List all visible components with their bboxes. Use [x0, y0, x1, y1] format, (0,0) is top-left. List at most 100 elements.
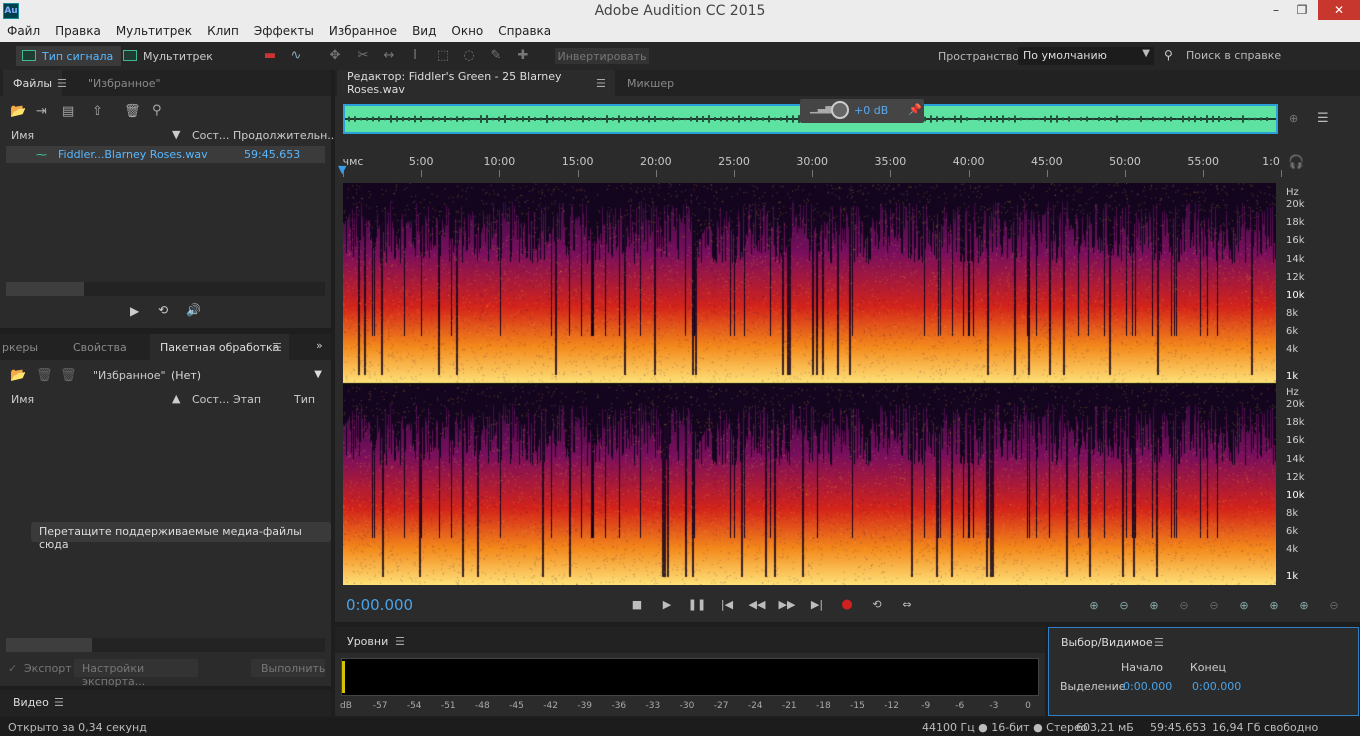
menu-help[interactable]: Справка: [498, 22, 557, 42]
current-time-display[interactable]: 0:00.000: [346, 596, 413, 614]
zoom-selection-icon[interactable]: ⊕: [1293, 597, 1315, 613]
tab-properties[interactable]: Свойства: [63, 334, 137, 360]
razor-tool-icon[interactable]: ✂: [354, 46, 372, 64]
paintbrush-tool-icon[interactable]: ✎: [487, 46, 505, 64]
zoom-in-start-icon[interactable]: ⊕: [1233, 597, 1255, 613]
volume-value[interactable]: +0 dB: [854, 104, 888, 117]
zoom-overview-icon[interactable]: ⊕: [1289, 112, 1298, 125]
lasso-tool-icon[interactable]: ◌: [460, 46, 478, 64]
clear-all-icon[interactable]: 🗑: [60, 368, 77, 383]
loop-icon[interactable]: ⟲: [866, 596, 888, 612]
panel-menu-icon[interactable]: ☰: [57, 77, 67, 90]
skip-forward-icon[interactable]: ▶|: [806, 596, 828, 612]
zoom-in-time-icon[interactable]: ⊕: [1143, 597, 1165, 613]
levels-title[interactable]: Уровни: [347, 635, 388, 648]
tab-favorites[interactable]: "Избранное": [78, 70, 171, 96]
menu-multitrack[interactable]: Мультитрек: [116, 22, 198, 42]
workspace-select[interactable]: По умолчанию ▼: [1018, 47, 1154, 65]
file-row[interactable]: ⁓ Fiddler...Blarney Roses.wav 59:45.653: [6, 146, 325, 163]
import-file-icon[interactable]: ⇥: [36, 104, 47, 119]
skip-selection-icon[interactable]: ⇔: [896, 596, 918, 612]
multitrack-mode-button[interactable]: Мультитрек: [117, 46, 221, 66]
video-panel-title[interactable]: Видео: [13, 696, 49, 709]
panel-menu-icon[interactable]: ☰: [272, 341, 282, 354]
menu-window[interactable]: Окно: [451, 22, 489, 42]
panel-menu-icon[interactable]: ☰: [596, 77, 606, 90]
record-icon[interactable]: ●: [836, 596, 858, 612]
pause-icon[interactable]: ❚❚: [686, 596, 708, 612]
invert-button[interactable]: Инвертировать: [555, 48, 649, 64]
zoom-reset-icon[interactable]: ⊖: [1323, 597, 1345, 613]
selection-start-value[interactable]: 0:00.000: [1123, 680, 1172, 693]
col-name[interactable]: Имя: [11, 393, 34, 406]
headphones-icon[interactable]: 🎧: [1288, 155, 1304, 170]
selection-title[interactable]: Выбор/Видимое: [1061, 636, 1153, 649]
trash-icon[interactable]: 🗑: [36, 368, 53, 383]
panel-menu-icon[interactable]: ☰: [395, 635, 405, 648]
files-hscrollbar[interactable]: [6, 282, 325, 296]
pin-icon[interactable]: 📌: [908, 103, 922, 116]
col-duration[interactable]: Продолжительн...: [233, 129, 338, 142]
open-file-icon[interactable]: 📂: [10, 104, 26, 119]
export-checkbox[interactable]: ✓: [8, 662, 17, 675]
tab-mixer[interactable]: Микшер: [617, 70, 684, 96]
tab-files[interactable]: Файлы: [3, 70, 63, 96]
spectrogram-display[interactable]: [343, 183, 1276, 585]
col-state[interactable]: Сост...: [192, 393, 229, 406]
loop-icon[interactable]: ⟲: [158, 303, 168, 317]
waveform-mode-button[interactable]: Тип сигнала: [16, 46, 122, 66]
selection-end-value[interactable]: 0:00.000: [1192, 680, 1241, 693]
search-files-icon[interactable]: ⚲: [152, 103, 162, 118]
tab-editor[interactable]: Редактор: Fiddler's Green - 25 Blarney R…: [337, 70, 615, 96]
menu-clip[interactable]: Клип: [207, 22, 245, 42]
help-search-input[interactable]: ⚲ Поиск в справке: [1160, 47, 1356, 65]
menu-favorites[interactable]: Избранное: [329, 22, 403, 42]
zoom-out-amplitude-icon[interactable]: ⊖: [1113, 597, 1135, 613]
new-file-icon[interactable]: ▤: [62, 104, 74, 119]
menu-view[interactable]: Вид: [412, 22, 442, 42]
restore-button[interactable]: ❐: [1288, 0, 1316, 20]
play-icon[interactable]: ▶: [656, 596, 678, 612]
zoom-out-full-icon[interactable]: ⊖: [1203, 597, 1225, 613]
zoom-out-time-icon[interactable]: ⊖: [1173, 597, 1195, 613]
menu-effects[interactable]: Эффекты: [254, 22, 320, 42]
menu-file[interactable]: Файл: [7, 22, 46, 42]
slip-tool-icon[interactable]: ↔: [380, 46, 398, 64]
run-button[interactable]: Выполнить: [251, 659, 325, 677]
fast-forward-icon[interactable]: ▶▶: [776, 596, 798, 612]
export-settings-button[interactable]: Настройки экспорта...: [74, 659, 198, 688]
zoom-in-end-icon[interactable]: ⊕: [1263, 597, 1285, 613]
col-stage[interactable]: Этап: [233, 393, 261, 406]
spectral-pitch-icon[interactable]: ∿: [287, 46, 305, 64]
tab-batch[interactable]: Пакетная обработка: [150, 334, 290, 360]
rewind-icon[interactable]: ◀◀: [746, 596, 768, 612]
close-button[interactable]: ✕: [1318, 0, 1360, 20]
zoom-in-amplitude-icon[interactable]: ⊕: [1083, 597, 1105, 613]
trash-icon[interactable]: 🗑: [124, 104, 141, 119]
stop-icon[interactable]: ■: [626, 596, 648, 612]
open-folder-icon[interactable]: 📂: [10, 368, 26, 383]
col-state[interactable]: Сост...: [192, 129, 229, 142]
panel-menu-icon[interactable]: ☰: [1154, 636, 1164, 649]
spot-healing-tool-icon[interactable]: ✚: [514, 46, 532, 64]
time-selection-tool-icon[interactable]: I: [406, 46, 424, 64]
col-name[interactable]: Имя: [11, 129, 34, 142]
panel-menu-icon[interactable]: ☰: [54, 696, 64, 709]
skip-back-icon[interactable]: |◀: [716, 596, 738, 612]
tab-markers[interactable]: ркеры: [0, 334, 48, 360]
save-file-icon[interactable]: ⇧: [92, 104, 103, 119]
panel-options-icon[interactable]: ☰: [1317, 111, 1329, 126]
col-type[interactable]: Тип: [294, 393, 315, 406]
timeline-ruler[interactable]: чмс 5:00 10:00 15:00 20:00 25:00 30:00 35:00 40:…: [343, 152, 1283, 178]
auto-play-icon[interactable]: 🔊: [186, 303, 201, 317]
batch-hscrollbar[interactable]: [6, 638, 325, 652]
volume-knob[interactable]: [831, 101, 849, 119]
favorites-select[interactable]: (Нет) ▼: [166, 367, 326, 385]
panel-overflow-icon[interactable]: »: [316, 339, 323, 352]
play-icon[interactable]: ▶: [130, 304, 139, 318]
playhead-icon[interactable]: ▼: [338, 163, 346, 176]
spectral-display-icon[interactable]: ▬: [261, 46, 279, 64]
marquee-tool-icon[interactable]: ⬚: [434, 46, 452, 64]
menu-edit[interactable]: Правка: [55, 22, 107, 42]
minimize-button[interactable]: –: [1262, 0, 1290, 20]
